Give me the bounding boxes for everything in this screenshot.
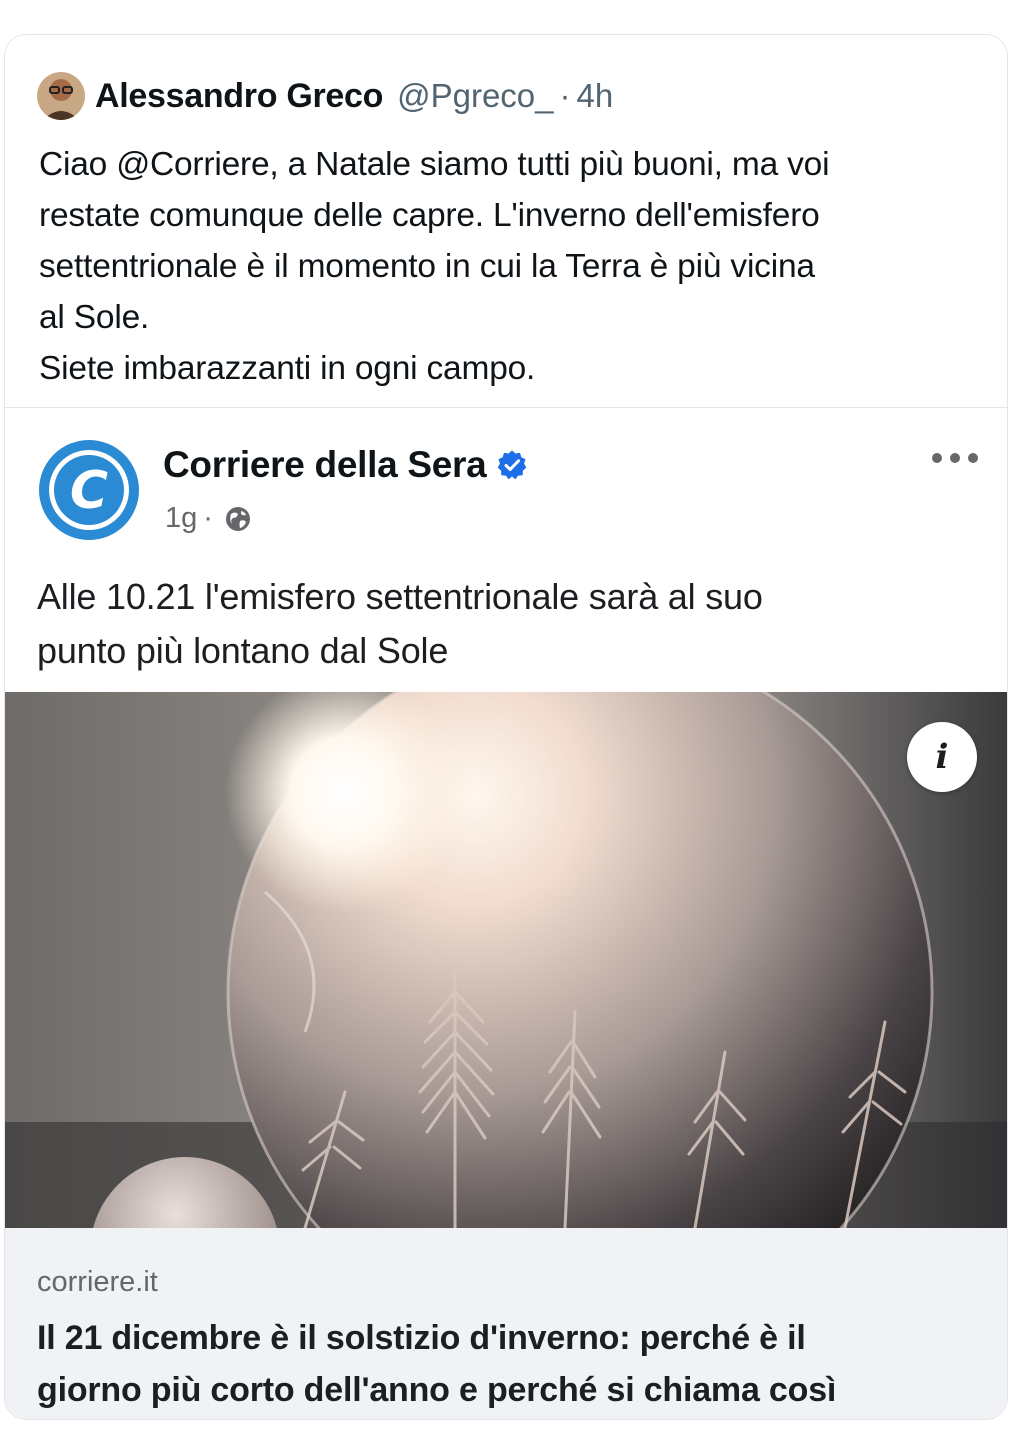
post-meta: 1g · <box>165 502 251 535</box>
corriere-logo-avatar[interactable]: C <box>37 438 141 542</box>
page-name[interactable]: Corriere della Sera <box>163 444 487 486</box>
globe-icon <box>225 506 250 531</box>
separator-dot: · <box>559 77 571 114</box>
embedded-post-text: Alle 10.21 l'emisfero settentrionale sar… <box>37 570 967 678</box>
more-horizontal-icon <box>932 453 978 463</box>
link-preview[interactable]: corriere.it Il 21 dicembre è il solstizi… <box>5 1228 1007 1419</box>
tweet-text-line: Siete imbarazzanti in ogni campo. <box>39 350 536 387</box>
embedded-text-line: Alle 10.21 l'emisfero settentrionale sar… <box>37 576 763 617</box>
logo-letter: C <box>70 461 108 521</box>
post-age[interactable]: 1g <box>165 502 197 535</box>
verified-badge-icon <box>498 450 527 480</box>
embedded-post[interactable]: C Corriere della Sera 1g · Alle 10.21 l'… <box>5 407 1007 1419</box>
tweet-text-line: al Sole. <box>39 299 150 336</box>
tweet-text-line: settentrionale è il momento in cui la Te… <box>39 248 815 285</box>
link-title-line: giorno più corto dell'anno e perché si c… <box>37 1371 837 1409</box>
tweet-text: Ciao @Corriere, a Natale siamo tutti più… <box>39 139 989 394</box>
author-handle[interactable]: @Pgreco_ <box>397 77 553 115</box>
author-name[interactable]: Alessandro Greco <box>95 77 383 116</box>
more-options-button[interactable] <box>925 438 985 478</box>
link-domain: corriere.it <box>37 1266 158 1298</box>
info-button[interactable]: i <box>907 722 977 792</box>
avatar[interactable] <box>37 72 85 120</box>
embedded-text-line: punto più lontano dal Sole <box>37 630 449 671</box>
tweet-text-line: Ciao @Corriere, a Natale siamo tutti più… <box>39 146 830 183</box>
separator-dot: · <box>203 502 213 534</box>
tweet-header: Alessandro Greco @Pgreco_ · 4h <box>37 72 614 120</box>
tweet-text-line: restate comunque delle capre. L'inverno … <box>39 197 820 234</box>
link-title[interactable]: Il 21 dicembre è il solstizio d'inverno:… <box>37 1312 977 1416</box>
link-title-line: Il 21 dicembre è il solstizio d'inverno:… <box>37 1319 806 1357</box>
post-time[interactable]: 4h <box>577 77 614 115</box>
frozen-bubble-photo <box>5 692 1007 1228</box>
article-image[interactable]: i <box>5 692 1007 1228</box>
tweet-card[interactable]: Alessandro Greco @Pgreco_ · 4h Ciao @Cor… <box>4 34 1008 1420</box>
page-name-row: Corriere della Sera <box>163 444 528 486</box>
